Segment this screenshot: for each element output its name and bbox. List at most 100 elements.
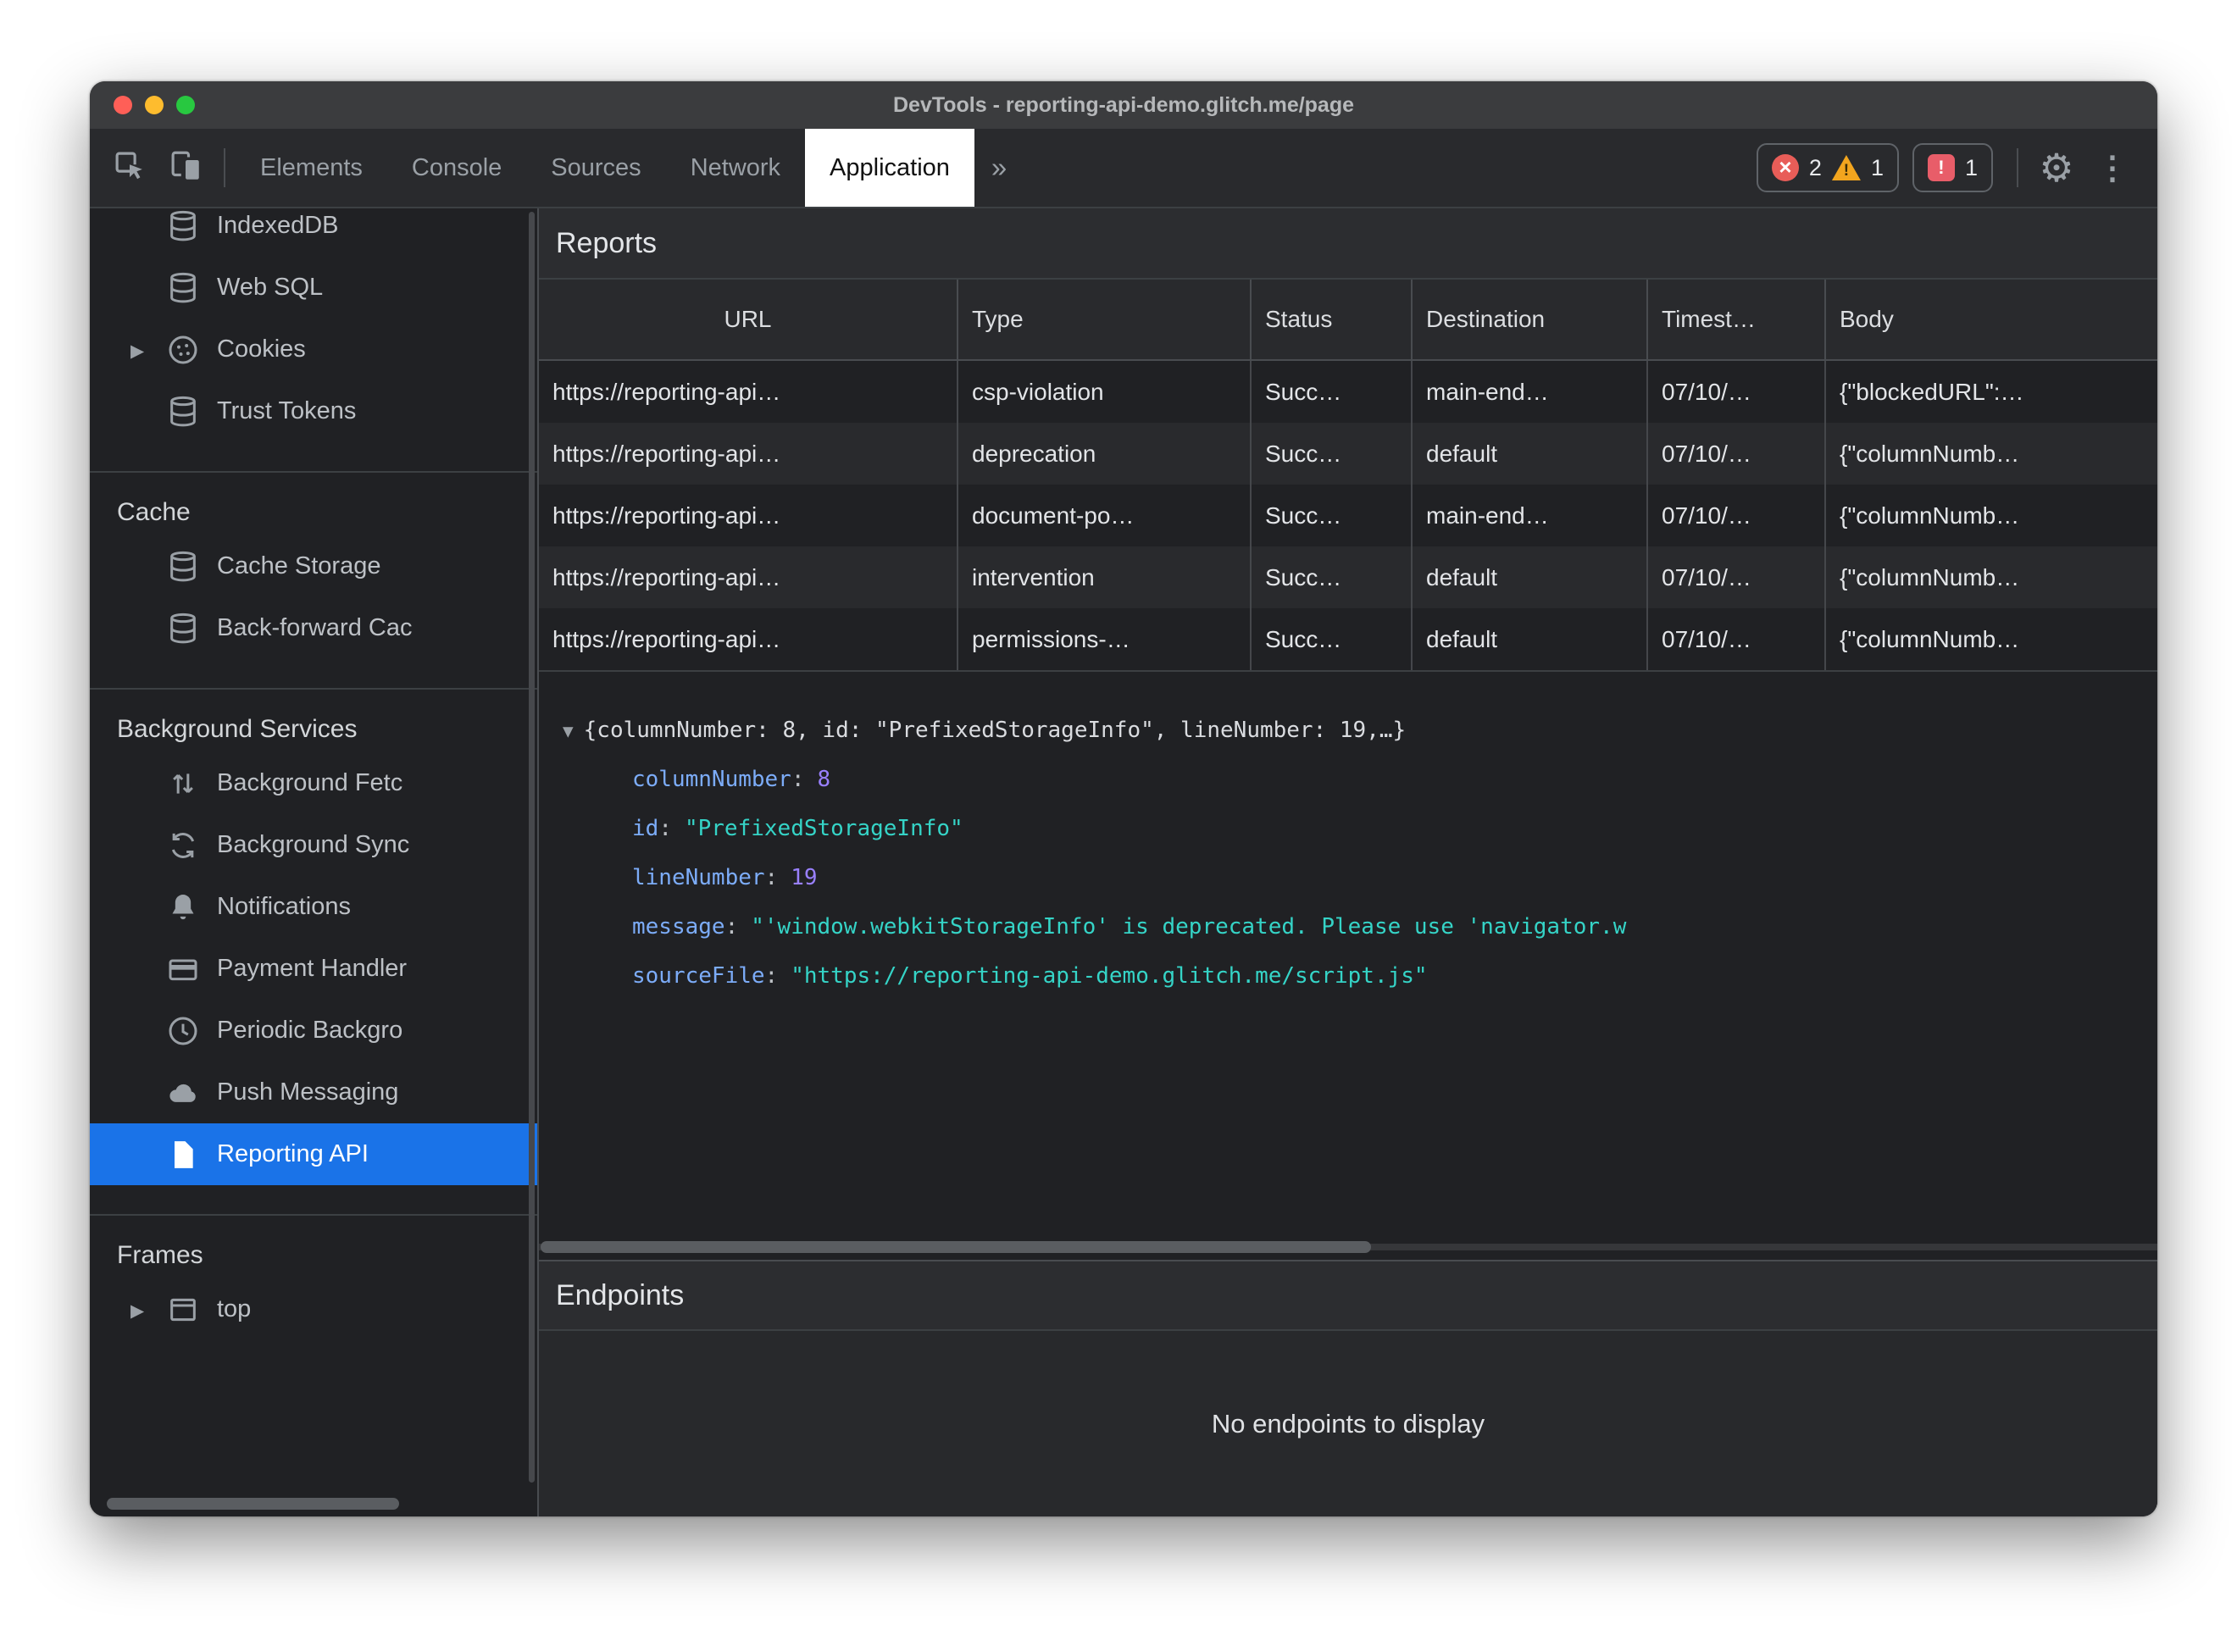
issues-indicator[interactable]: 1 bbox=[1912, 143, 1993, 192]
sidebar-item-push-messaging[interactable]: Push Messaging bbox=[90, 1062, 537, 1123]
cell-body: {"columnNumb… bbox=[1840, 563, 2020, 590]
sidebar-item-background-fetch[interactable]: Background Fetc bbox=[90, 752, 537, 814]
scrollbar-thumb[interactable] bbox=[541, 1241, 1371, 1253]
property-value: 19 bbox=[791, 865, 818, 890]
cell-destination: default bbox=[1413, 423, 1648, 485]
sidebar-item-trust-tokens[interactable]: Trust Tokens bbox=[90, 380, 537, 442]
sidebar-item-label: Trust Tokens bbox=[217, 397, 357, 424]
endpoints-empty-state: No endpoints to display bbox=[539, 1331, 2157, 1516]
report-row-document-policy[interactable]: https://reporting-api… document-po… Succ… bbox=[539, 485, 2157, 546]
inspect-cursor-icon bbox=[112, 148, 147, 188]
column-header-destination[interactable]: Destination bbox=[1413, 280, 1648, 359]
issues-icon bbox=[1927, 154, 1955, 181]
sidebar-horizontal-scrollbar[interactable] bbox=[107, 1498, 399, 1510]
property-name: sourceFile bbox=[632, 963, 778, 989]
inspect-element-button[interactable] bbox=[102, 129, 158, 207]
reporting-api-panel: Reports URL Type Status Destination Time… bbox=[539, 208, 2157, 1516]
cell-url: https://reporting-api… bbox=[539, 361, 958, 423]
cell-url: https://reporting-api… bbox=[539, 485, 958, 546]
errors-warnings-indicator[interactable]: 2 1 bbox=[1756, 143, 1899, 192]
settings-button[interactable] bbox=[2029, 145, 2084, 191]
preview-summary-text: {columnNumber: 8, id: "PrefixedStorageIn… bbox=[583, 718, 1407, 743]
cloud-icon bbox=[164, 1074, 202, 1111]
up-down-arrows-icon bbox=[164, 765, 202, 802]
tab-sources[interactable]: Sources bbox=[526, 129, 665, 207]
sidebar-item-notifications[interactable]: Notifications bbox=[90, 876, 537, 938]
tab-application[interactable]: Application bbox=[805, 129, 974, 207]
reports-section-header: Reports bbox=[539, 208, 2157, 280]
sidebar-section-background-services: Background Services bbox=[90, 688, 537, 752]
cell-timestamp: 07/10/… bbox=[1648, 608, 1826, 670]
document-icon bbox=[164, 1136, 202, 1173]
report-row-csp-violation[interactable]: https://reporting-api… csp-violation Suc… bbox=[539, 361, 2157, 423]
cell-type: intervention bbox=[958, 546, 1252, 608]
more-tabs-button[interactable]: » bbox=[974, 129, 1024, 207]
preview-summary-row[interactable]: {columnNumber: 8, id: "PrefixedStorageIn… bbox=[539, 706, 2157, 755]
sidebar-item-label: Notifications bbox=[217, 893, 351, 920]
preview-property-row: message "'window.webkitStorageInfo' is d… bbox=[539, 902, 2157, 951]
sidebar-item-label: Cookies bbox=[217, 335, 306, 363]
endpoints-empty-message: No endpoints to display bbox=[1211, 1408, 1485, 1439]
column-header-body[interactable]: Body bbox=[1826, 280, 2157, 359]
column-header-type[interactable]: Type bbox=[958, 280, 1252, 359]
sync-arrows-icon bbox=[164, 827, 202, 864]
database-icon bbox=[164, 393, 202, 430]
sidebar-item-label: Reporting API bbox=[217, 1140, 369, 1167]
sidebar-item-periodic-background-sync[interactable]: Periodic Backgro bbox=[90, 1000, 537, 1062]
close-window-button[interactable] bbox=[114, 96, 132, 114]
tab-elements[interactable]: Elements bbox=[236, 129, 387, 207]
sidebar-item-label: IndexedDB bbox=[217, 212, 339, 239]
column-header-status[interactable]: Status bbox=[1252, 280, 1413, 359]
cell-body: {"columnNumb… bbox=[1840, 440, 2020, 467]
column-header-timestamp[interactable]: Timest… bbox=[1648, 280, 1826, 359]
application-sidebar: IndexedDB Web SQL Cookies bbox=[90, 208, 539, 1516]
sidebar-item-label: Cache Storage bbox=[217, 552, 381, 579]
property-value: "'window.webkitStorageInfo' is deprecate… bbox=[751, 914, 1627, 940]
sidebar-item-background-sync[interactable]: Background Sync bbox=[90, 814, 537, 876]
cell-type: document-po… bbox=[958, 485, 1252, 546]
disclosure-triangle-icon[interactable] bbox=[130, 1295, 164, 1323]
expanded-caret-icon[interactable] bbox=[563, 718, 574, 743]
sidebar-item-cookies[interactable]: Cookies bbox=[90, 319, 537, 380]
report-body-preview: {columnNumber: 8, id: "PrefixedStorageIn… bbox=[539, 672, 2157, 1234]
sidebar-item-indexeddb[interactable]: IndexedDB bbox=[90, 208, 537, 257]
window-titlebar: DevTools - reporting-api-demo.glitch.me/… bbox=[90, 81, 2157, 129]
cell-status: Succ… bbox=[1252, 361, 1413, 423]
sidebar-item-web-sql[interactable]: Web SQL bbox=[90, 257, 537, 319]
property-name: columnNumber bbox=[632, 767, 805, 792]
reports-title: Reports bbox=[556, 226, 658, 259]
report-row-deprecation[interactable]: https://reporting-api… deprecation Succ…… bbox=[539, 423, 2157, 485]
column-header-url[interactable]: URL bbox=[539, 280, 958, 359]
sidebar-section-cache: Cache bbox=[90, 471, 537, 535]
disclosure-triangle-icon[interactable] bbox=[130, 335, 164, 363]
sidebar-item-back-forward-cache[interactable]: Back-forward Cac bbox=[90, 597, 537, 659]
toolbar-divider bbox=[2017, 148, 2018, 187]
cell-type: permissions-… bbox=[958, 608, 1252, 670]
kebab-menu-icon bbox=[2096, 149, 2129, 187]
cell-type: deprecation bbox=[958, 423, 1252, 485]
minimize-window-button[interactable] bbox=[145, 96, 164, 114]
device-toolbar-button[interactable] bbox=[158, 129, 214, 207]
cell-status: Succ… bbox=[1252, 485, 1413, 546]
error-count: 2 bbox=[1808, 154, 1822, 180]
sidebar-item-label: Push Messaging bbox=[217, 1078, 399, 1106]
zoom-window-button[interactable] bbox=[176, 96, 195, 114]
sidebar-item-cache-storage[interactable]: Cache Storage bbox=[90, 535, 537, 597]
main-horizontal-scrollbar[interactable] bbox=[539, 1234, 2157, 1260]
cell-timestamp: 07/10/… bbox=[1648, 485, 1826, 546]
sidebar-item-top-frame[interactable]: top bbox=[90, 1278, 537, 1340]
more-tabs-chevron-icon: » bbox=[991, 152, 1007, 183]
more-options-button[interactable] bbox=[2084, 149, 2140, 187]
cell-status: Succ… bbox=[1252, 423, 1413, 485]
property-name: id bbox=[632, 816, 672, 841]
tab-network[interactable]: Network bbox=[666, 129, 805, 207]
sidebar-vertical-scrollbar[interactable] bbox=[529, 212, 535, 1483]
report-row-intervention[interactable]: https://reporting-api… intervention Succ… bbox=[539, 546, 2157, 608]
payment-card-icon bbox=[164, 951, 202, 988]
property-name: lineNumber bbox=[632, 865, 778, 890]
sidebar-item-payment-handler[interactable]: Payment Handler bbox=[90, 938, 537, 1000]
sidebar-item-reporting-api[interactable]: Reporting API bbox=[90, 1123, 537, 1185]
report-row-permissions-policy[interactable]: https://reporting-api… permissions-… Suc… bbox=[539, 608, 2157, 670]
tab-console[interactable]: Console bbox=[387, 129, 526, 207]
devtools-toolbar: Elements Console Sources Network Applica… bbox=[90, 129, 2157, 208]
